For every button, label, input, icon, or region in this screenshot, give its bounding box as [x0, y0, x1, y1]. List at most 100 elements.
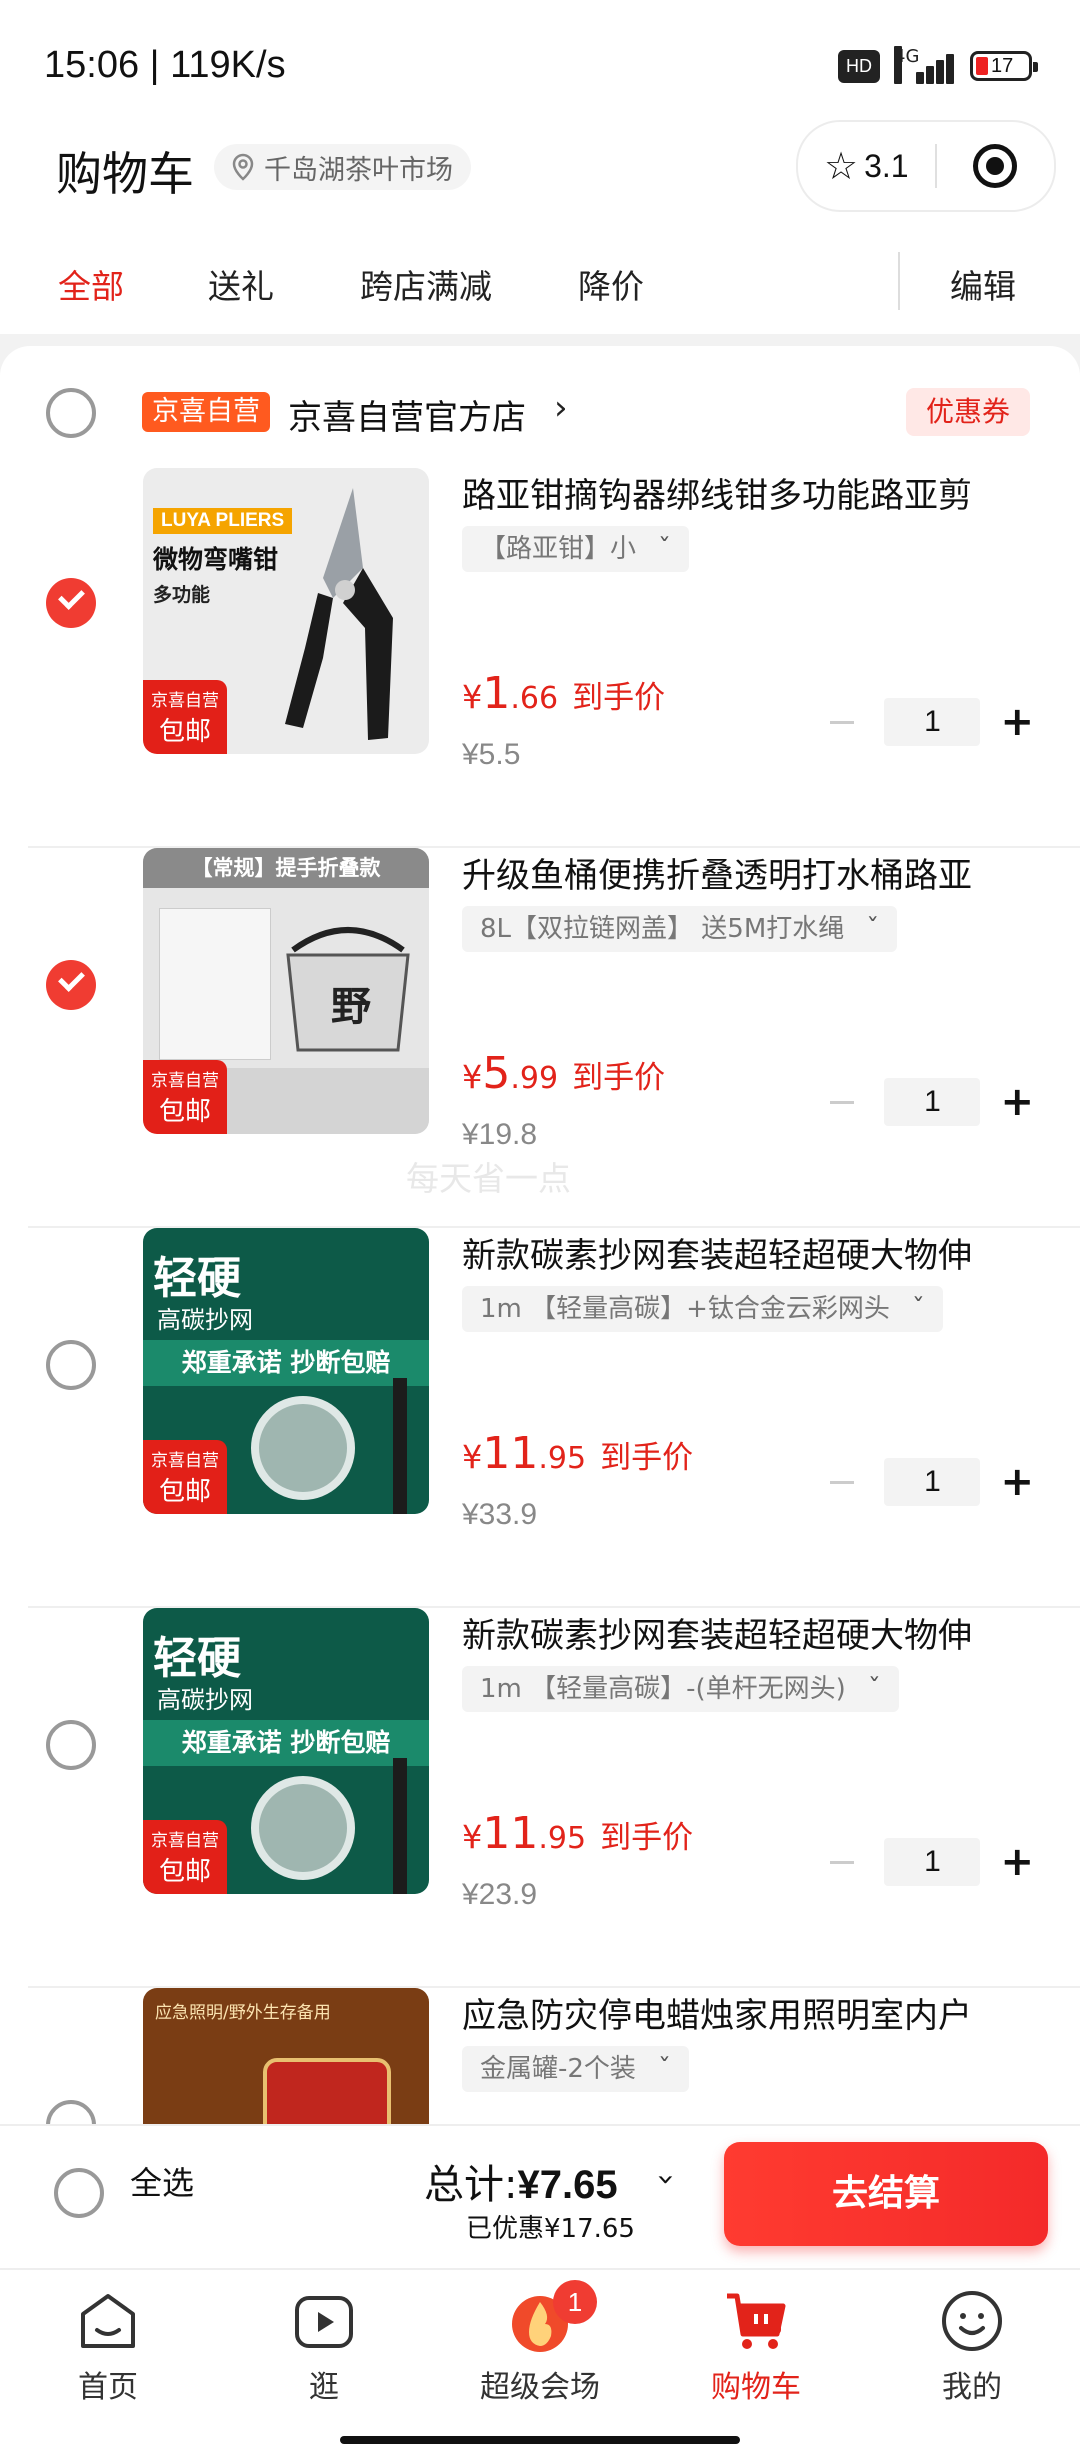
price-label: 到手价 [600, 1440, 694, 1476]
tag-line2: 包邮 [158, 1097, 211, 1127]
mini-program-capsule: ☆ 3.1 [796, 120, 1056, 212]
plus-button[interactable]: + [1000, 1458, 1034, 1506]
product-image[interactable]: 应急照明/野外生存备用 [143, 1988, 429, 2126]
coupon-button[interactable]: 优惠券 [905, 388, 1030, 436]
status-bar: 15:06 | 119K/s HD 4G 17 [0, 0, 1080, 130]
original-price: ¥33.9 [462, 1498, 538, 1531]
nav-label: 逛 [309, 2370, 339, 2405]
sku-selector[interactable]: 1m 【轻量高碳】-(单杆无网头) ˇ [462, 1666, 899, 1712]
final-price: ¥11.95 到手价 [462, 1808, 693, 1859]
nav-item-mine[interactable]: 我的 [892, 2288, 1052, 2406]
thumb-subtitle: 高碳抄网 [157, 1686, 253, 1714]
chevron-down-icon: ˇ [911, 1294, 925, 1324]
item-checkbox[interactable] [46, 960, 96, 1010]
minus-button[interactable] [830, 1100, 855, 1104]
price-currency: ¥ [462, 1058, 483, 1096]
store-name[interactable]: 京喜自营官方店 [288, 390, 526, 439]
select-all-label[interactable]: 全选 [130, 2158, 194, 2204]
cart-page: 15:06 | 119K/s HD 4G 17 购物车 千岛湖茶叶市场 ☆ 3.… [0, 0, 1080, 2462]
item-checkbox[interactable] [46, 2100, 96, 2126]
saved-amount: 已优惠¥17.65 [466, 2214, 635, 2244]
thumb-title: 轻硬 [153, 1633, 241, 1684]
price-label: 到手价 [572, 1060, 666, 1096]
store-checkbox[interactable] [46, 388, 96, 438]
tab-cross-store[interactable]: 跨店满减 [360, 260, 492, 308]
minus-button[interactable] [830, 1860, 855, 1864]
nav-label: 超级会场 [480, 2370, 600, 2405]
star-icon[interactable]: ☆ [824, 144, 858, 188]
tag-line1: 京喜自营 [151, 1071, 219, 1091]
quantity-stepper: 1 + [830, 1838, 1034, 1886]
product-image[interactable]: LUYA PLIERS 微物弯嘴钳 多功能 京喜自营 包邮 [143, 468, 429, 754]
flame-icon: 1 [507, 2280, 597, 2354]
price-integer: 5 [482, 1048, 511, 1099]
product-name[interactable]: 路亚钳摘钩器绑线钳多功能路亚剪 [462, 468, 1022, 517]
quantity-input[interactable]: 1 [884, 698, 981, 746]
product-name[interactable]: 升级鱼桶便携折叠透明打水桶路亚 [462, 848, 1022, 897]
checkout-button[interactable]: 去结算 [724, 2142, 1048, 2246]
nav-label: 我的 [942, 2370, 1002, 2405]
sku-selector[interactable]: 8L【双拉链网盖】 送5M打水绳 ˇ [462, 906, 898, 952]
nav-item-home[interactable]: 首页 [28, 2288, 188, 2406]
product-name[interactable]: 应急防灾停电蜡烛家用照明室内户 [462, 1988, 1022, 2037]
chevron-right-icon[interactable]: › [554, 388, 568, 428]
location-chip[interactable]: 千岛湖茶叶市场 [214, 144, 471, 190]
item-checkbox[interactable] [46, 1720, 96, 1770]
item-checkbox[interactable] [46, 578, 96, 628]
product-image[interactable]: 轻硬 高碳抄网 郑重承诺 抄断包赔 京喜自营 包邮 [143, 1608, 429, 1894]
chevron-down-icon[interactable]: › [649, 2174, 684, 2186]
tab-all[interactable]: 全部 [58, 260, 124, 308]
candle-tin [263, 2058, 391, 2126]
nav-item-cart[interactable]: 购物车 [676, 2288, 836, 2406]
quantity-input[interactable]: 1 [884, 1838, 981, 1886]
plus-button[interactable]: + [1000, 698, 1034, 746]
filter-tabs: 全部 送礼 跨店满减 降价 编辑 [0, 230, 1080, 334]
total-label: 总计: [424, 2162, 518, 2208]
bucket-icon: 野 [286, 927, 410, 1052]
quantity-input[interactable]: 1 [884, 1458, 981, 1506]
price-currency: ¥ [462, 1438, 483, 1476]
battery-level: 17 [991, 55, 1014, 77]
nav-label: 购物车 [711, 2370, 801, 2405]
select-all-checkbox[interactable] [54, 2168, 104, 2218]
item-checkbox[interactable] [46, 1340, 96, 1390]
sku-selector[interactable]: 1m 【轻量高碳】+钛合金云彩网头 ˇ [462, 1286, 943, 1332]
price-label: 到手价 [572, 680, 666, 716]
price-decimal: .95 [538, 1821, 587, 1856]
tag-line1: 京喜自营 [151, 1451, 219, 1471]
price-integer: 11 [482, 1428, 539, 1479]
sku-selector[interactable]: 金属罐-2个装 ˇ [462, 2046, 689, 2092]
plus-button[interactable]: + [1000, 1838, 1034, 1886]
tab-price-drop[interactable]: 降价 [578, 260, 644, 308]
product-image[interactable]: 轻硬 高碳抄网 郑重承诺 抄断包赔 京喜自营 包邮 [143, 1228, 429, 1514]
chevron-down-icon: ˇ [867, 1674, 881, 1704]
product-name[interactable]: 新款碳素抄网套装超轻超硬大物伸 [462, 1608, 1022, 1657]
target-icon[interactable] [972, 144, 1017, 188]
battery-icon: 17 [970, 51, 1038, 81]
nav-item-super-venue[interactable]: 1 超级会场 [460, 2280, 620, 2406]
landing-net-icon [251, 1378, 407, 1514]
product-image[interactable]: 【常规】提手折叠款 野 京喜自营 包邮 [143, 848, 429, 1134]
edit-button[interactable]: 编辑 [950, 260, 1016, 308]
bottom-nav: 首页 逛 1 超级会场 购物车 我的 [0, 2268, 1080, 2462]
sku-selector[interactable]: 【路亚钳】小 ˇ [462, 526, 690, 572]
product-name[interactable]: 新款碳素抄网套装超轻超硬大物伸 [462, 1228, 1022, 1277]
rating-score: 3.1 [864, 147, 909, 184]
quantity-input[interactable]: 1 [884, 1078, 981, 1126]
tab-gift[interactable]: 送礼 [208, 260, 274, 308]
minus-button[interactable] [830, 1480, 855, 1484]
nav-label: 首页 [78, 2370, 138, 2405]
tag-line1: 京喜自营 [151, 1831, 219, 1851]
pliers-icon [285, 488, 393, 740]
plus-button[interactable]: + [1000, 1078, 1034, 1126]
tag-line2: 包邮 [158, 1477, 211, 1507]
free-shipping-tag: 京喜自营 包邮 [143, 1820, 227, 1894]
checkout-bar: 全选 总计:¥7.65 已优惠¥17.65 › 去结算 [0, 2124, 1080, 2270]
header: 购物车 千岛湖茶叶市场 ☆ 3.1 [0, 120, 1080, 230]
page-title: 购物车 [56, 147, 194, 201]
minus-button[interactable] [830, 720, 855, 724]
sku-label: 8L【双拉链网盖】 送5M打水绳 [480, 914, 845, 944]
sku-label: 1m 【轻量高碳】+钛合金云彩网头 [480, 1294, 890, 1324]
nav-item-browse[interactable]: 逛 [244, 2288, 404, 2406]
total-price: 总计:¥7.65 [424, 2152, 618, 2210]
